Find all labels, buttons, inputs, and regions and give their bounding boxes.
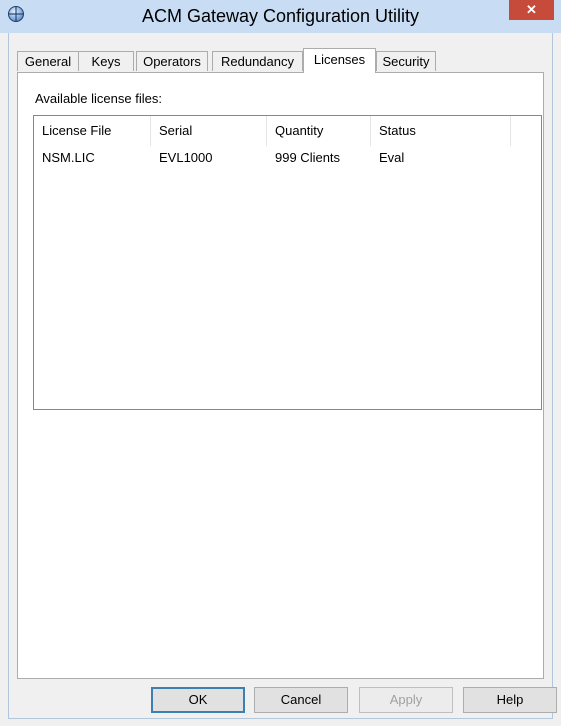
close-button[interactable]: ✕ [509, 0, 554, 20]
column-header-status[interactable]: Status [371, 116, 511, 146]
license-file-cell: NSM.LIC [42, 150, 95, 165]
available-license-files-label: Available license files: [35, 91, 162, 106]
apply-button[interactable]: Apply [359, 687, 453, 713]
tab-keys[interactable]: Keys [78, 51, 134, 71]
ok-button[interactable]: OK [151, 687, 245, 713]
cancel-button[interactable]: Cancel [254, 687, 348, 713]
column-header-quantity[interactable]: Quantity [267, 116, 371, 146]
status-cell: Eval [379, 150, 405, 165]
tab-licenses[interactable]: Licenses [303, 48, 376, 73]
quantity-cell: 999 Clients [275, 150, 341, 165]
table-row[interactable]: NSM.LIC EVL1000 999 Clients Eval [34, 147, 539, 169]
license-list[interactable]: License File Serial Quantity Status NSM.… [33, 115, 542, 410]
tab-redundancy[interactable]: Redundancy [212, 51, 303, 71]
serial-cell: EVL1000 [159, 150, 213, 165]
window-title: ACM Gateway Configuration Utility [141, 6, 420, 26]
config-window: ACM Gateway Configuration Utility ✕ Gene… [0, 0, 561, 726]
column-header-serial[interactable]: Serial [151, 116, 267, 146]
title-bar[interactable]: ACM Gateway Configuration Utility ✕ [0, 0, 561, 33]
list-header: License File Serial Quantity Status [34, 116, 541, 146]
licenses-panel: Available license files: License File Se… [17, 72, 544, 679]
column-header-filler [511, 116, 541, 146]
tab-strip: General Keys Operators Redundancy Licens… [17, 48, 441, 73]
tab-operators[interactable]: Operators [136, 51, 208, 71]
tab-general[interactable]: General [17, 51, 79, 71]
column-header-license-file[interactable]: License File [34, 116, 151, 146]
help-button[interactable]: Help [463, 687, 557, 713]
tab-security[interactable]: Security [376, 51, 436, 71]
